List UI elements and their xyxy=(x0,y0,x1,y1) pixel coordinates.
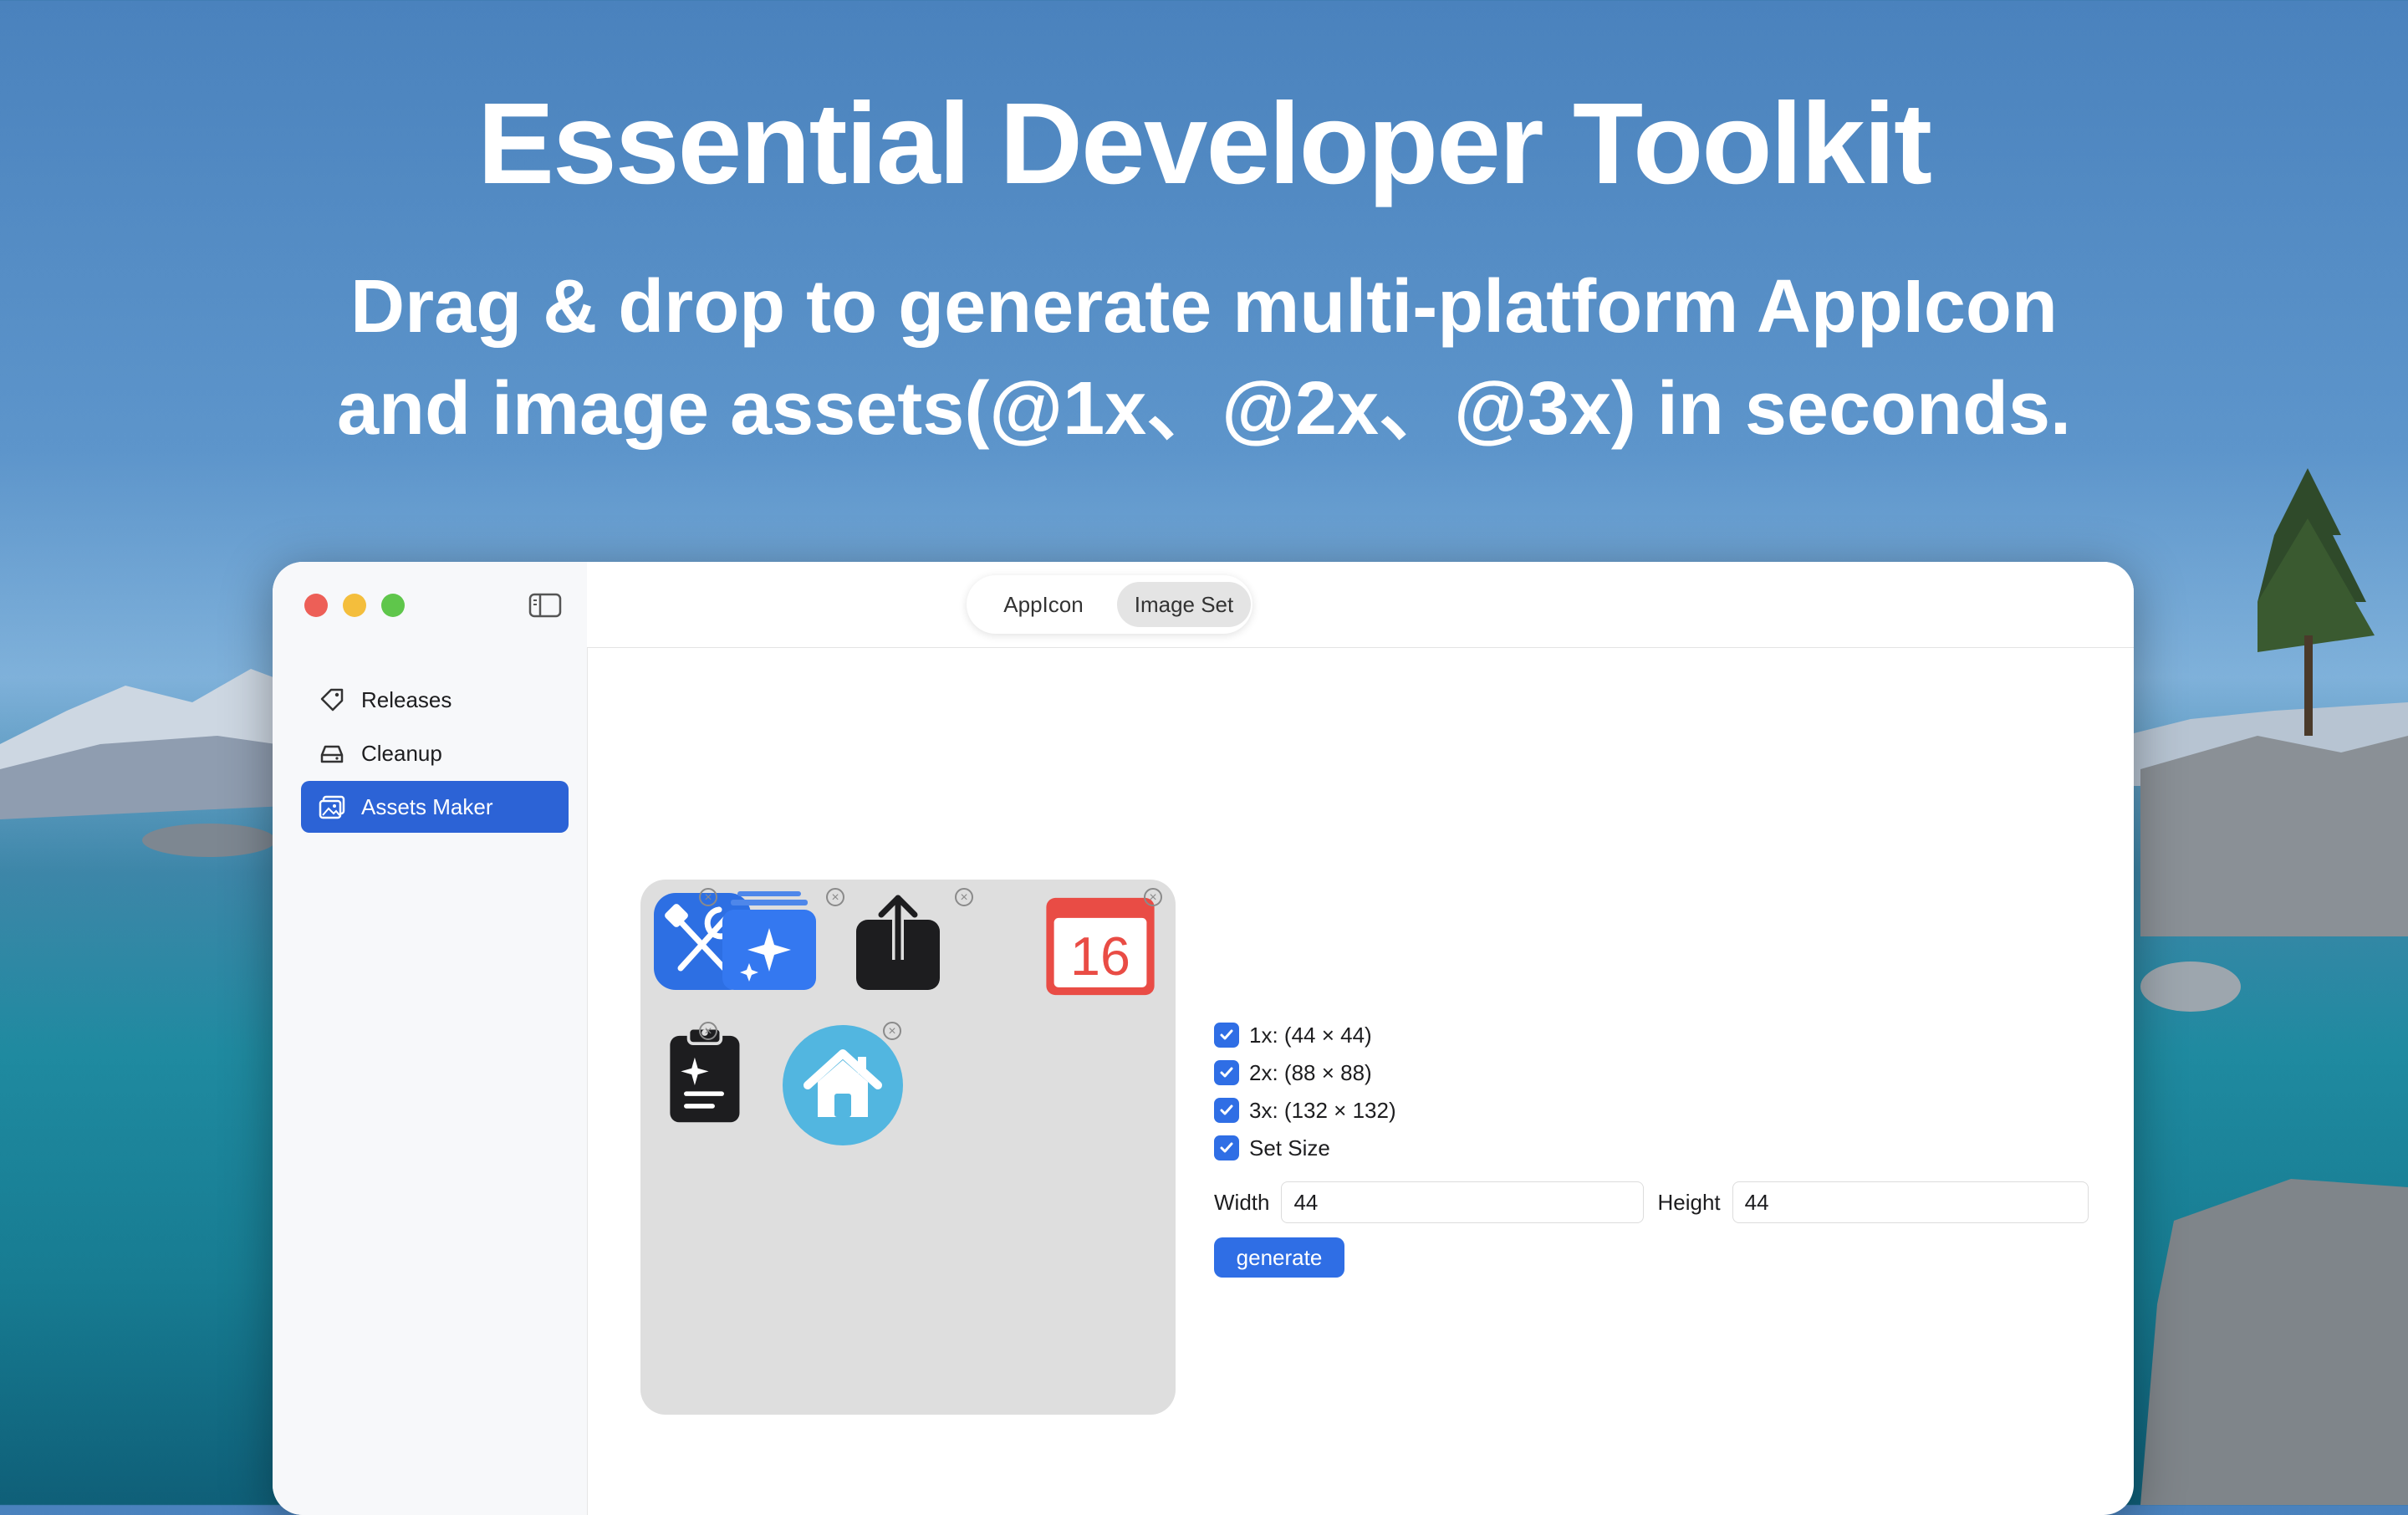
tab-appicon[interactable]: AppIcon xyxy=(977,582,1110,627)
sidebar-item-assets-maker[interactable]: Assets Maker xyxy=(301,781,569,833)
checkbox-1x[interactable] xyxy=(1214,1023,1239,1048)
option-set-size[interactable]: Set Size xyxy=(1214,1133,1330,1163)
close-window-button[interactable] xyxy=(304,594,328,617)
sidebar-item-releases[interactable]: Releases xyxy=(301,674,569,726)
remove-asset-button[interactable]: × xyxy=(699,888,717,906)
sidebar-item-label: Releases xyxy=(361,686,452,712)
height-label: Height xyxy=(1657,1189,1721,1215)
asset-drop-zone[interactable]: × × × 16 × × × xyxy=(640,880,1176,1415)
tag-icon xyxy=(318,686,346,714)
zoom-window-button[interactable] xyxy=(381,594,405,617)
option-2x[interactable]: 2x: (88 × 88) xyxy=(1214,1058,1372,1088)
height-field[interactable] xyxy=(1732,1181,2089,1223)
remove-asset-button[interactable]: × xyxy=(699,1022,717,1040)
checkbox-set-size[interactable] xyxy=(1214,1135,1239,1160)
home-circle-icon xyxy=(783,1025,903,1145)
option-1x[interactable]: 1x: (44 × 44) xyxy=(1214,1020,1372,1050)
hero-subtitle-line-2: and image assets(@1x、@2x、@3x) in seconds… xyxy=(336,367,2072,451)
calendar-day-number: 16 xyxy=(1070,926,1130,987)
option-2x-label: 2x: (88 × 88) xyxy=(1249,1059,1372,1085)
sparkle-stack-icon xyxy=(722,891,816,990)
drive-icon xyxy=(318,739,346,768)
sidebar-toggle-icon[interactable] xyxy=(528,592,562,619)
minimize-window-button[interactable] xyxy=(343,594,366,617)
remove-asset-button[interactable]: × xyxy=(955,888,973,906)
option-set-size-label: Set Size xyxy=(1249,1135,1330,1160)
remove-asset-button[interactable]: × xyxy=(1144,888,1162,906)
toolbar: AppIcon Image Set $ xyxy=(587,562,2134,648)
width-label: Width xyxy=(1214,1189,1270,1215)
tab-image-set[interactable]: Image Set xyxy=(1117,582,1251,627)
sidebar-item-label: Assets Maker xyxy=(361,793,493,819)
photos-icon xyxy=(318,793,346,821)
sidebar: Releases Cleanup Assets Maker xyxy=(273,562,588,1515)
option-3x-label: 3x: (132 × 132) xyxy=(1249,1097,1396,1123)
calendar-icon: 16 xyxy=(1046,897,1155,996)
checkbox-2x[interactable] xyxy=(1214,1060,1239,1085)
width-field[interactable] xyxy=(1281,1181,1645,1223)
remove-asset-button[interactable]: × xyxy=(826,888,844,906)
size-fields: Width Height xyxy=(1214,1181,2100,1224)
mode-segmented-control: AppIcon Image Set xyxy=(967,575,1252,634)
clipboard-sparkle-icon xyxy=(670,1026,740,1123)
sidebar-item-label: Cleanup xyxy=(361,740,442,766)
share-up-icon xyxy=(856,895,940,990)
generate-button[interactable]: generate xyxy=(1214,1237,1344,1278)
option-1x-label: 1x: (44 × 44) xyxy=(1249,1022,1372,1048)
hero-title: Essential Developer Toolkit xyxy=(477,79,1932,208)
app-window: Releases Cleanup Assets Maker AppIcon Im… xyxy=(273,562,2134,1515)
remove-asset-button[interactable]: × xyxy=(883,1022,901,1040)
sidebar-item-cleanup[interactable]: Cleanup xyxy=(301,727,569,779)
checkbox-3x[interactable] xyxy=(1214,1098,1239,1123)
hero-subtitle-line-1: Drag & drop to generate multi-platform A… xyxy=(350,265,2058,349)
option-3x[interactable]: 3x: (132 × 132) xyxy=(1214,1095,1396,1125)
hero-subtitle: Drag & drop to generate multi-platform A… xyxy=(0,256,2408,460)
